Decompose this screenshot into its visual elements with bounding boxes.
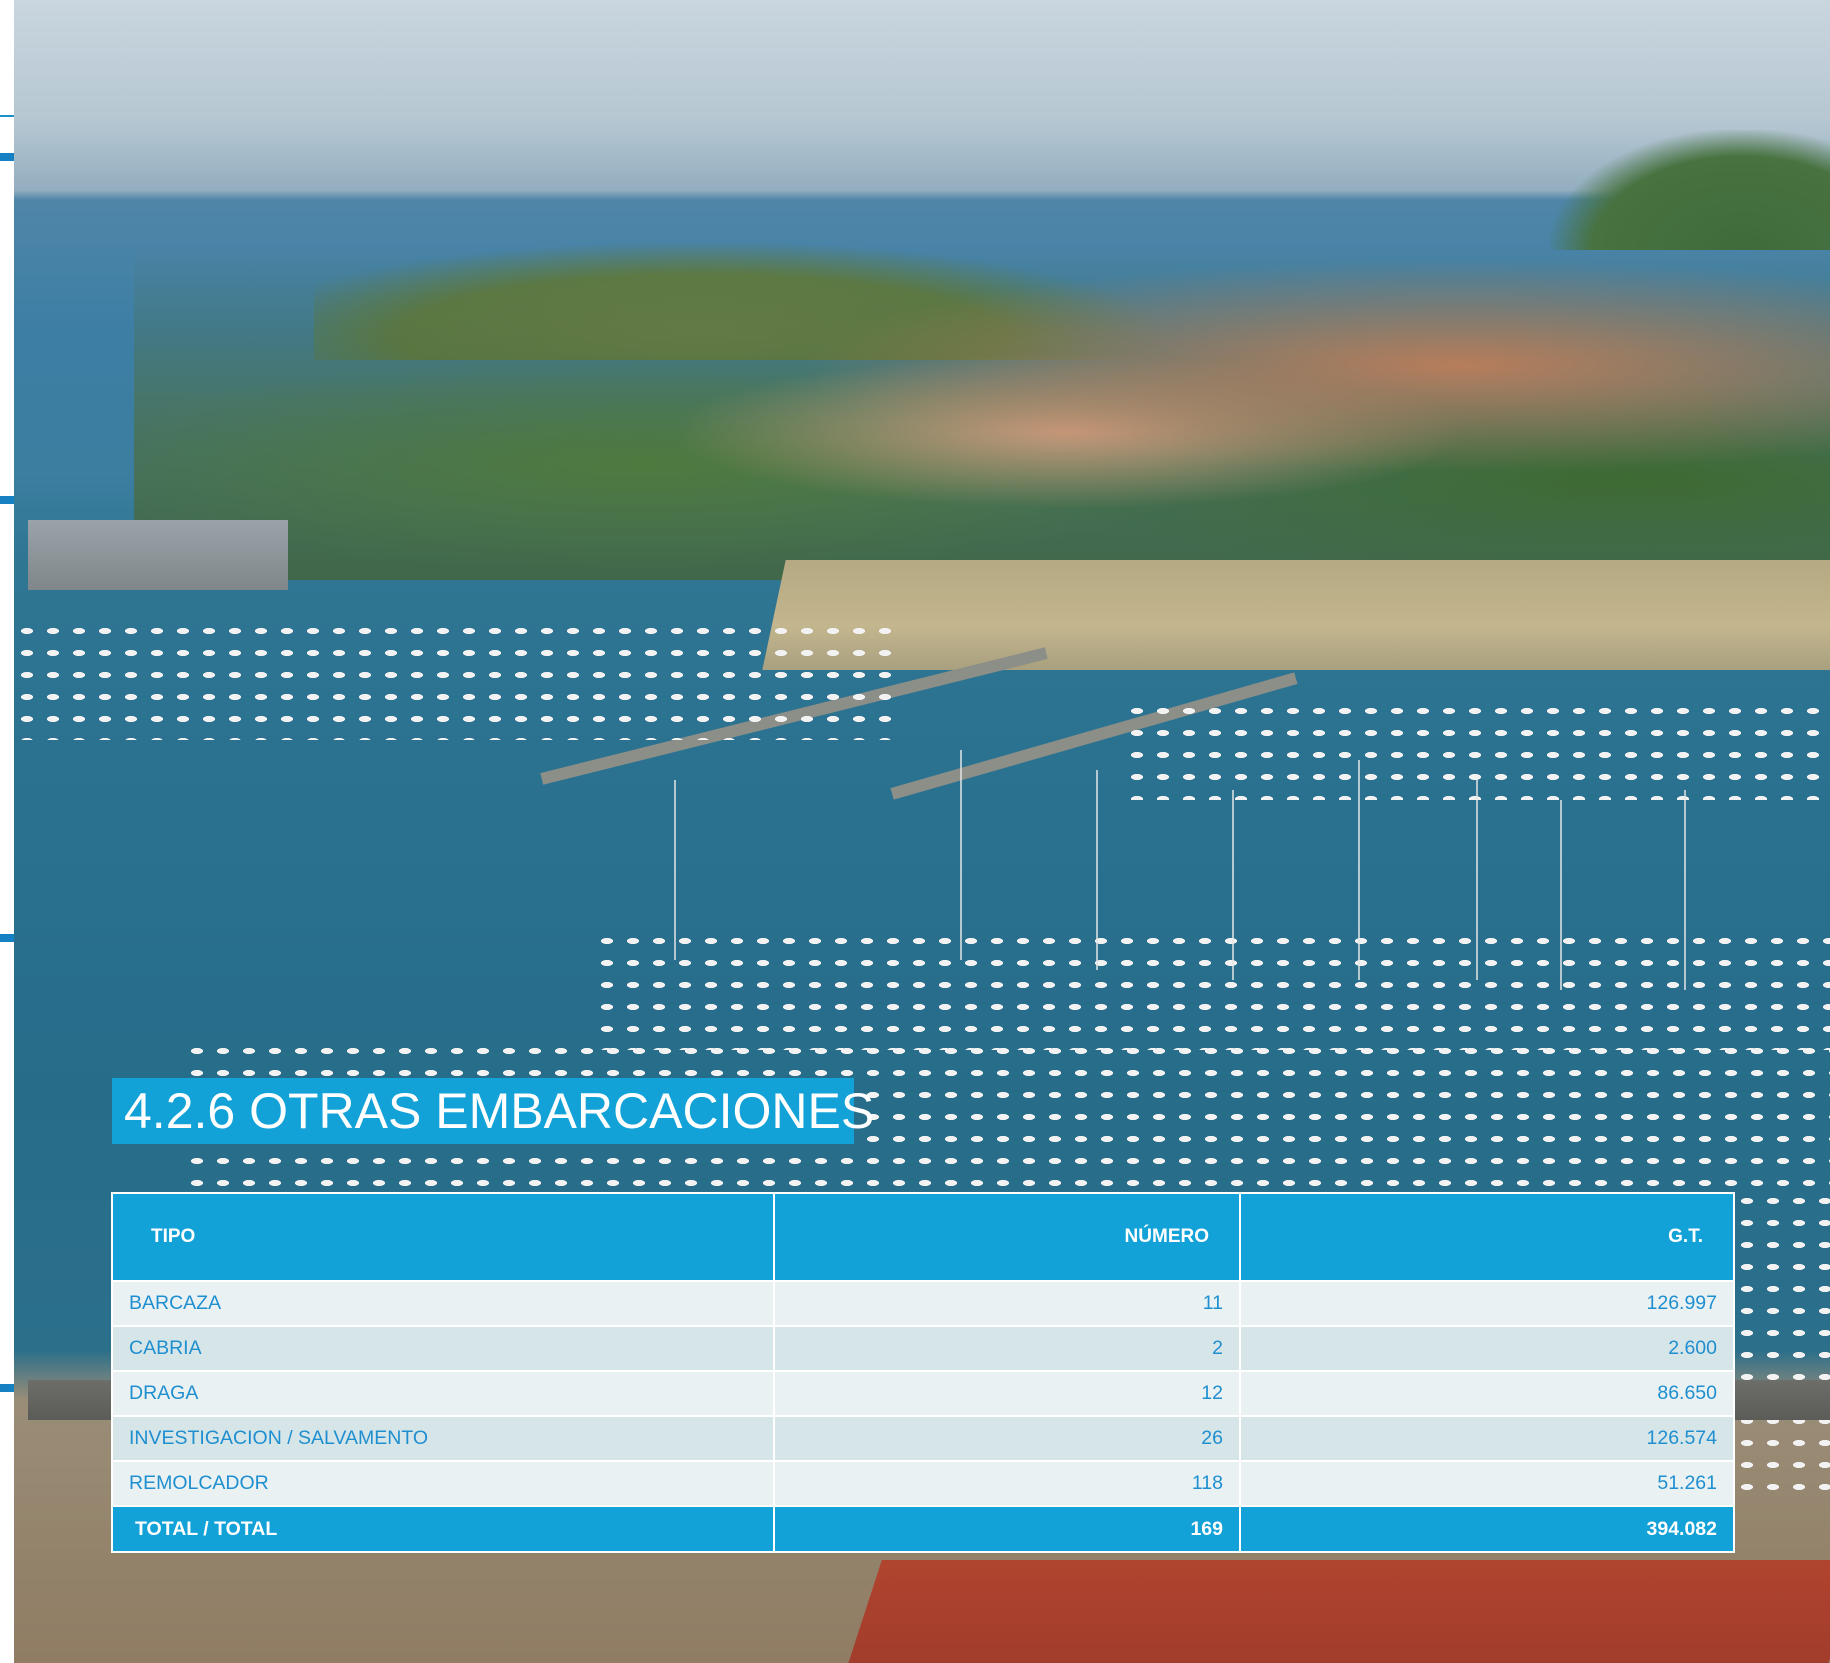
total-numero: 169 [773, 1505, 1241, 1553]
distant-hill [1550, 130, 1830, 250]
sailboat-mast [674, 780, 676, 960]
coastal-town [134, 250, 1830, 580]
moored-boats [1124, 700, 1824, 800]
sailboat-mast [1232, 790, 1234, 980]
cell-gt: 51.261 [1239, 1460, 1735, 1507]
sailboat-mast [960, 750, 962, 960]
sailboat-mast [1684, 790, 1686, 990]
cell-tipo: REMOLCADOR [111, 1460, 775, 1507]
moored-boats [594, 930, 1830, 1050]
cell-numero: 118 [773, 1460, 1241, 1507]
sailboat-mast [1560, 800, 1562, 990]
cell-tipo: INVESTIGACION / SALVAMENTO [111, 1415, 775, 1462]
nav-tick [0, 153, 14, 161]
red-roof [846, 1560, 1830, 1663]
moored-boats [14, 620, 894, 740]
sailboat-mast [1358, 760, 1360, 980]
table-header-row: TIPO NÚMERO G.T. [111, 1192, 1735, 1282]
total-label: TOTAL / TOTAL [111, 1505, 775, 1553]
cell-gt: 126.574 [1239, 1415, 1735, 1462]
vessels-table: TIPO NÚMERO G.T. BARCAZA 11 126.997 CABR… [111, 1192, 1735, 1553]
nav-tick [0, 496, 14, 504]
column-header-numero: NÚMERO [773, 1192, 1241, 1282]
cell-tipo: BARCAZA [111, 1280, 775, 1327]
cell-gt: 2.600 [1239, 1325, 1735, 1372]
cell-tipo: DRAGA [111, 1370, 775, 1417]
cell-numero: 11 [773, 1280, 1241, 1327]
cell-numero: 12 [773, 1370, 1241, 1417]
cell-numero: 26 [773, 1415, 1241, 1462]
column-header-tipo: TIPO [111, 1192, 775, 1282]
total-gt: 394.082 [1239, 1505, 1735, 1553]
margin-rule [0, 115, 14, 117]
table-total-row: TOTAL / TOTAL 169 394.082 [111, 1505, 1735, 1553]
cell-numero: 2 [773, 1325, 1241, 1372]
table-row: INVESTIGACION / SALVAMENTO 26 126.574 [111, 1415, 1735, 1462]
cell-tipo: CABRIA [111, 1325, 775, 1372]
table-row: BARCAZA 11 126.997 [111, 1280, 1735, 1327]
sailboat-mast [1096, 770, 1098, 970]
nav-tick [0, 1384, 14, 1392]
dry-field [762, 560, 1830, 670]
cell-gt: 126.997 [1239, 1280, 1735, 1327]
table-row: DRAGA 12 86.650 [111, 1370, 1735, 1417]
column-header-gt: G.T. [1239, 1192, 1735, 1282]
moored-boats [1734, 1190, 1830, 1490]
section-heading: 4.2.6 OTRAS EMBARCACIONES [112, 1078, 874, 1144]
cell-gt: 86.650 [1239, 1370, 1735, 1417]
sailboat-mast [1476, 780, 1478, 980]
table-row: CABRIA 2 2.600 [111, 1325, 1735, 1372]
nav-tick [0, 934, 14, 942]
left-margin [0, 0, 14, 1663]
quay [28, 520, 288, 590]
table-row: REMOLCADOR 118 51.261 [111, 1460, 1735, 1507]
